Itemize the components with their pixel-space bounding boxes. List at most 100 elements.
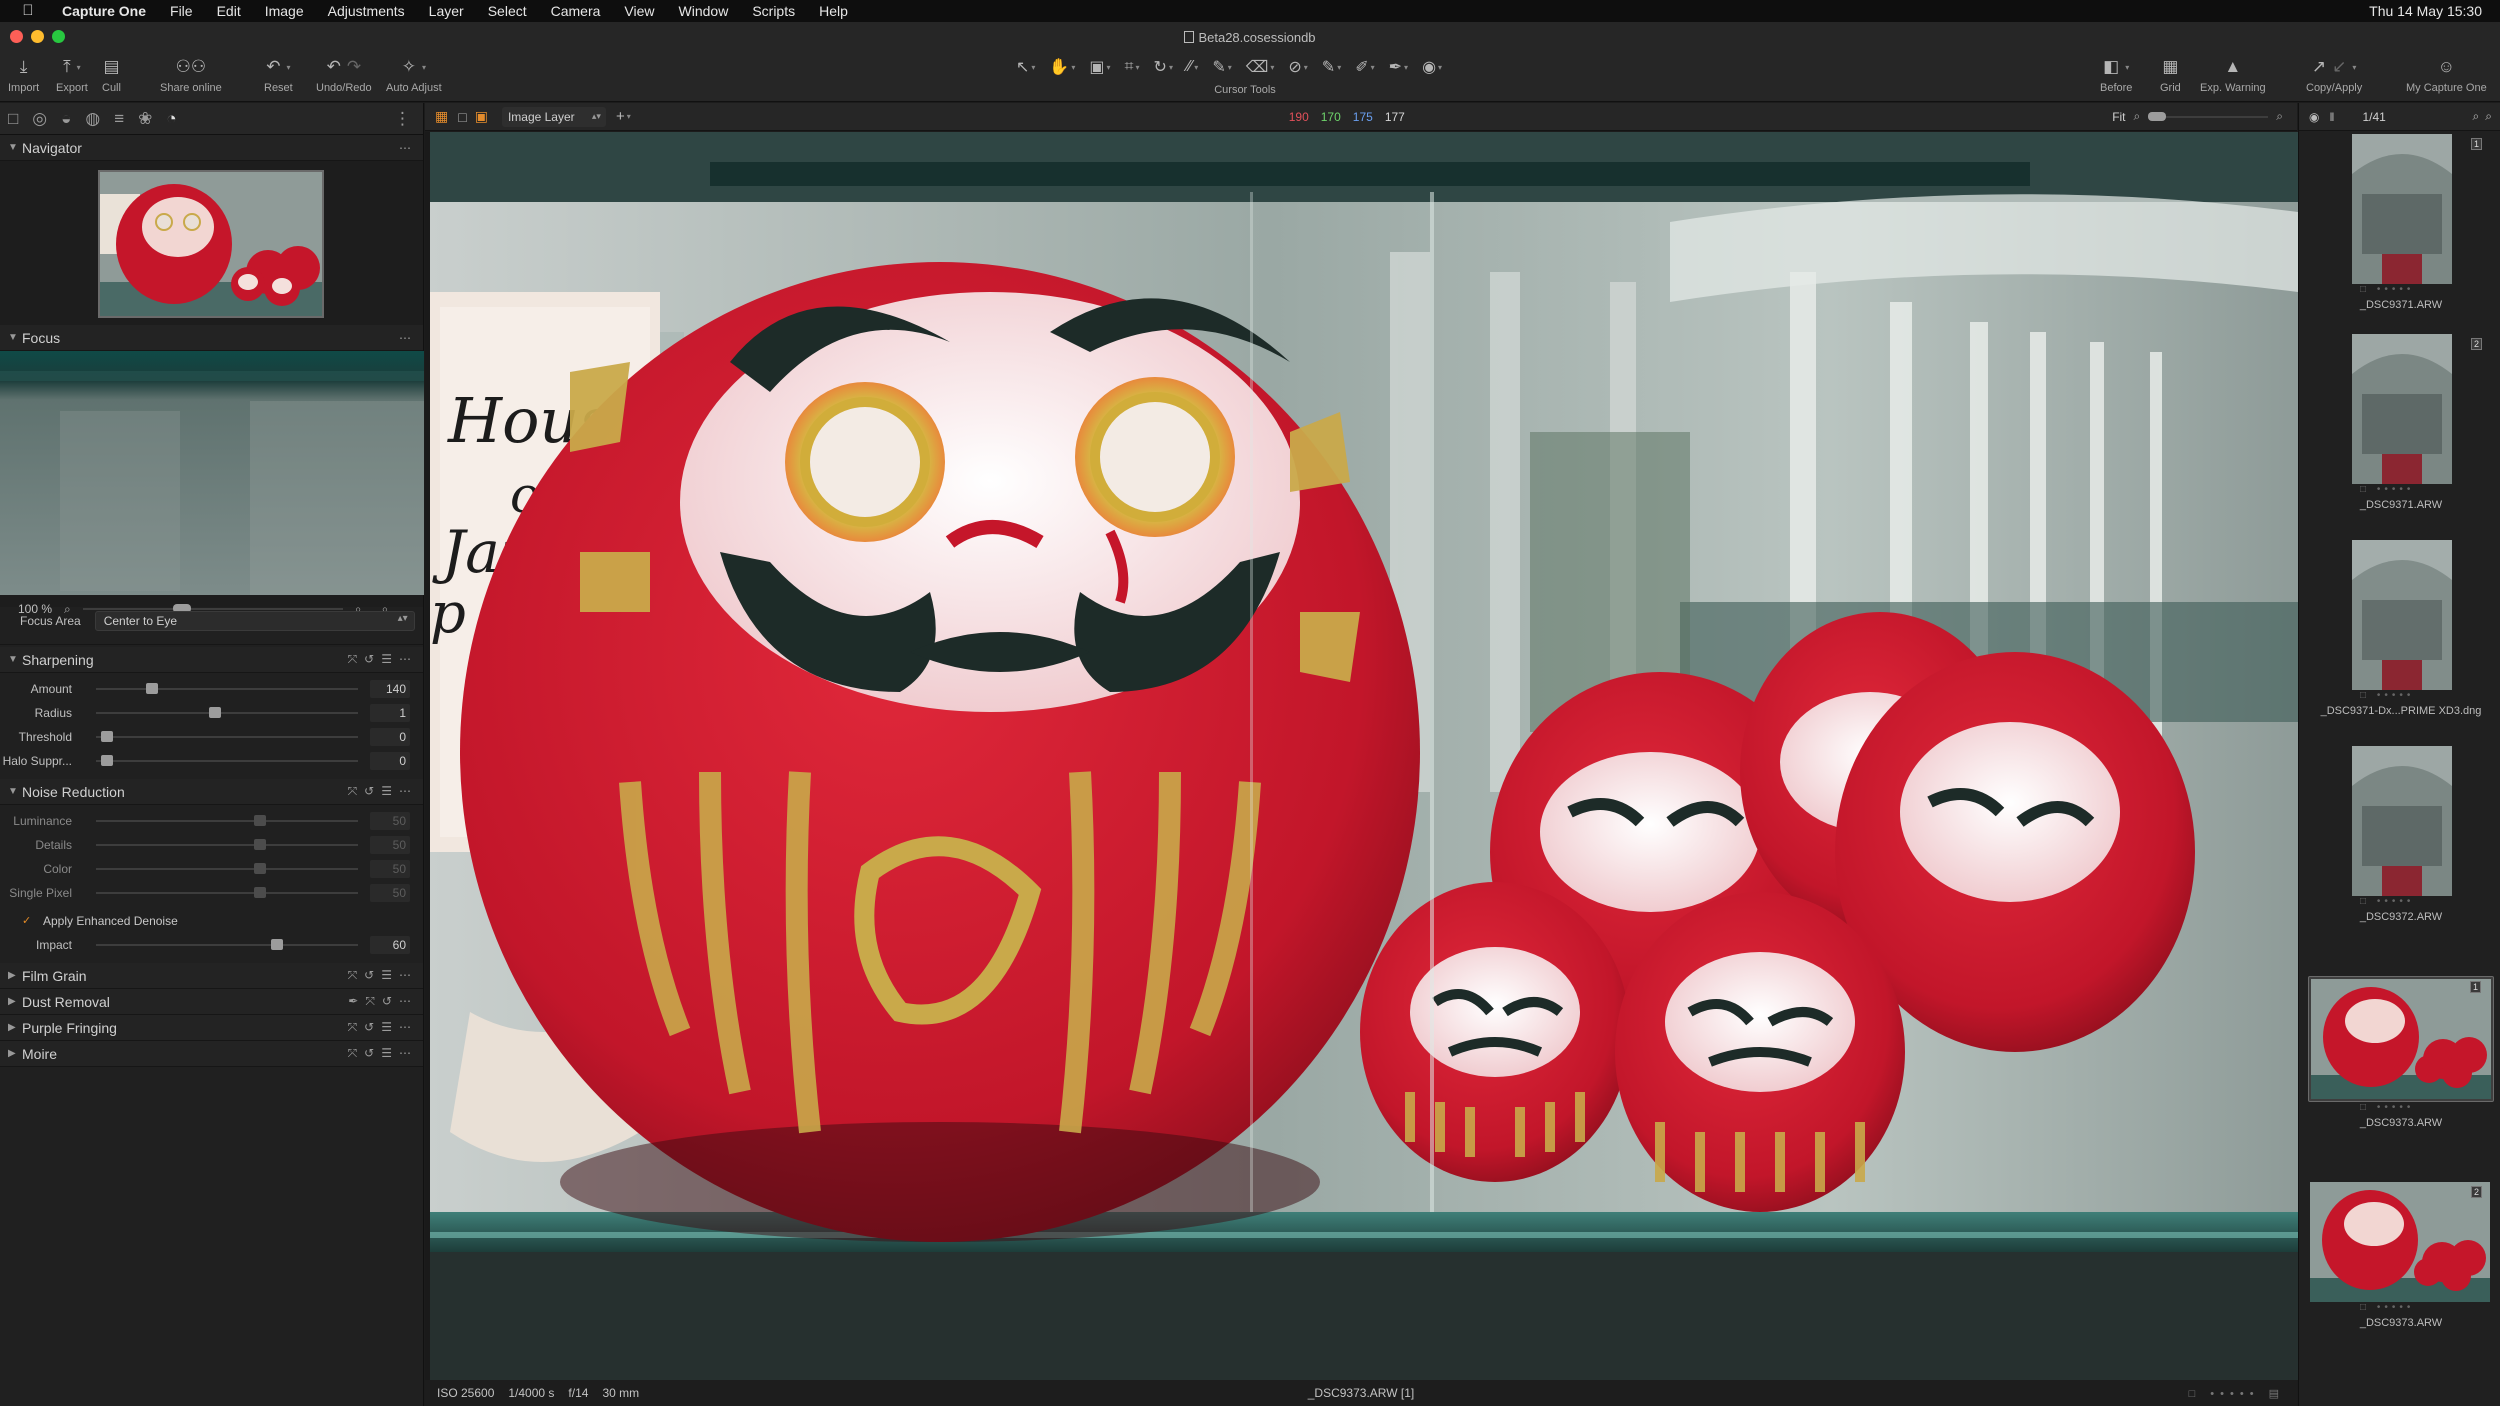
purple-fringing-header[interactable]: ▶ Purple Fringing ⤧ ↺ ☰ ⋯ [0,1015,423,1041]
browser-filter-icon[interactable]: ⌕ [2485,109,2492,124]
auto-icon[interactable]: ⤧ [348,652,358,667]
navigator-header[interactable]: ▼ Navigator ⋯ [0,135,423,161]
nr-details-value[interactable]: 50 [370,836,410,854]
more-icon[interactable]: ⋯ [399,331,411,345]
eraser-cursor-tool[interactable]: ⌫ ▾ [1246,57,1275,77]
thumb-rating[interactable]: □ ••••• [2308,284,2494,298]
zoom-out-icon[interactable]: ⌕ [2134,109,2141,124]
thumb-rating[interactable]: □ ••••• [2308,484,2494,498]
slider-knob[interactable] [253,839,266,850]
thumb-rating[interactable]: □ ••••• [2308,1102,2494,1116]
menu-view[interactable]: View [612,0,666,22]
nr-luminance-slider[interactable] [96,815,358,826]
nr-impact-slider[interactable] [96,939,358,950]
browser-thumb[interactable]: □ ••••• _DSC9372.ARW [2308,746,2494,924]
select-cursor-tool[interactable]: ↖ ▾ [1016,57,1035,77]
menu-scripts[interactable]: Scripts [740,0,807,22]
reset-icon[interactable]: ↺ [364,652,374,667]
sharpening-amount-value[interactable]: 140 [370,680,410,698]
menu-select[interactable]: Select [476,0,539,22]
nr-impact-value[interactable]: 60 [370,936,410,954]
add-layer-icon[interactable]: + [616,108,625,125]
film-grain-header[interactable]: ▶ Film Grain ⤧ ↺ ☰ ⋯ [0,963,423,989]
grid-button[interactable]: ▦ Grid [2160,56,2181,94]
main-photo[interactable]: House of Japan p Floor [430,132,2298,1380]
heal-cursor-tool[interactable]: ✎ ▾ [1322,57,1341,77]
layer-select[interactable]: Image Layer ▴▾ [501,106,606,127]
menu-edit[interactable]: Edit [205,0,253,22]
apple-icon[interactable]:  [20,3,36,19]
layers-grid-icon[interactable]: ▦ [435,108,448,125]
lens-tab-icon[interactable]: ◒ [61,109,71,129]
style-tab-icon[interactable]: ❀ [138,109,152,129]
thumb-rating[interactable]: □ ••••• [2308,896,2494,910]
eye-icon[interactable]: ◉ [2309,110,2319,124]
reset-icon[interactable]: ↺ [382,994,392,1009]
details-tab-icon[interactable]: ◔ [166,109,176,129]
checkmark-icon[interactable]: ✓ [22,915,35,928]
auto-adjust-button[interactable]: ✧ ▾ Auto Adjust [386,56,442,94]
rotate-cursor-tool[interactable]: ↻ ▾ [1154,57,1173,77]
color-tab-icon[interactable]: ◍ [85,109,100,129]
sharpening-radius-value[interactable]: 1 [370,704,410,722]
nr-luminance-value[interactable]: 50 [370,812,410,830]
thumb-rating[interactable]: □ ••••• [2308,690,2494,704]
sharpening-halo-value[interactable]: 0 [370,752,410,770]
menu-layer[interactable]: Layer [417,0,476,22]
pen-icon[interactable]: ✒ [348,994,358,1009]
reset-icon[interactable]: ↺ [364,1020,374,1035]
menu-camera[interactable]: Camera [539,0,613,22]
annotate-cursor-tool[interactable]: ✒ ▾ [1389,57,1408,77]
navigator-thumbnail[interactable] [98,170,324,318]
browser-thumb[interactable]: 2 □ ••••• _DSC9373.ARW [2308,1182,2494,1330]
share-online-button[interactable]: ⚇⚇ Share online [160,56,222,94]
more-icon[interactable]: ⋯ [399,141,411,155]
cull-button[interactable]: ▤ Cull [102,56,121,94]
focus-zoom-slider[interactable] [82,604,343,613]
thumb-image[interactable] [2352,334,2452,484]
before-button[interactable]: ◧ ▾ Before [2100,56,2132,94]
single-view-icon[interactable]: □ [458,109,466,125]
reset-icon[interactable]: ↺ [364,1046,374,1061]
rating-icons[interactable]: □ ••••• ▤ [2189,1387,2285,1400]
exp-warning-button[interactable]: ▲ Exp. Warning [2200,56,2266,94]
viewer-zoom-knob[interactable] [2148,111,2167,121]
gradient-cursor-tool[interactable]: ⊘ ▾ [1288,57,1307,77]
menu-app-name[interactable]: Capture One [50,0,158,22]
presets-icon[interactable]: ☰ [381,784,392,799]
auto-icon[interactable]: ⤧ [348,1046,358,1061]
reset-button[interactable]: ↶ ▾ Reset [264,56,293,94]
loupe-cursor-tool[interactable]: ▣ ▾ [1089,57,1110,77]
thumb-image[interactable] [2352,540,2452,690]
zoom-in-icon[interactable]: ⌕ [2276,109,2283,124]
white-balance-cursor-tool[interactable]: ◉ ▾ [1422,57,1442,77]
image-viewer[interactable]: House of Japan p Floor [425,132,2298,1384]
reset-icon[interactable]: ↺ [364,784,374,799]
browser-thumb[interactable]: 2 □ ••••• _DSC9371.ARW [2308,334,2494,512]
thumb-image[interactable] [2352,746,2452,896]
nr-color-value[interactable]: 50 [370,860,410,878]
auto-icon[interactable]: ⤧ [348,784,358,799]
sharpening-amount-slider[interactable] [96,683,358,694]
copy-apply-button[interactable]: ↗ ↙ ▾ Copy/Apply [2306,56,2362,94]
brush-cursor-tool[interactable]: ✎ ▾ [1212,57,1231,77]
thumb-rating[interactable]: □ ••••• [2308,1302,2494,1316]
sharpening-threshold-slider[interactable] [96,731,358,742]
slider-knob[interactable] [253,887,266,898]
thumb-image[interactable] [2311,979,2491,1099]
more-icon[interactable]: ⋯ [399,1020,411,1035]
menu-help[interactable]: Help [807,0,860,22]
more-icon[interactable]: ⋯ [399,652,411,667]
thumb-image[interactable] [2352,134,2452,284]
noise-reduction-header[interactable]: ▼ Noise Reduction ⤧ ↺ ☰ ⋯ [0,779,423,805]
sharpening-halo-slider[interactable] [96,755,358,766]
add-layer-caret-icon[interactable]: ▾ [627,112,631,121]
browser-thumb[interactable]: □ ••••• _DSC9371-Dx...PRIME XD3.dng [2308,540,2494,718]
export-button[interactable]: ⤒ ▾ Export [56,56,88,94]
capture-tab-icon[interactable]: ◎ [32,109,47,129]
slider-knob[interactable] [101,755,113,766]
focus-header[interactable]: ▼ Focus ⋯ [0,325,423,351]
focus-area-select[interactable]: Center to Eye ▴▾ [94,611,415,631]
browser-thumb-selected[interactable]: 1 □ ••••• _DSC9373.ARW [2308,976,2494,1130]
slider-knob[interactable] [253,863,266,874]
